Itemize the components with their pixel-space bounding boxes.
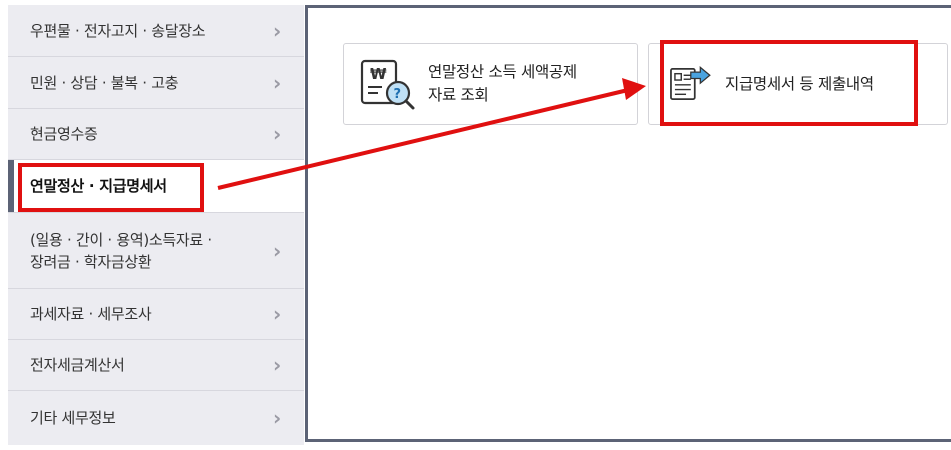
card-title: 연말정산 소득 세액공제 자료 조회 (428, 61, 577, 107)
sidebar-item-label: 현금영수증 (30, 125, 98, 143)
sidebar-item-label: 민원 · 상담 · 불복 · 고충 (30, 73, 179, 92)
svg-text:₩: ₩ (370, 65, 387, 83)
sidebar-item-income-data[interactable]: (일용 · 간이 · 용역)소득자료 · 장려금 · 학자금상환 › (8, 212, 304, 289)
sidebar-item-mail-notice[interactable]: 우편물 · 전자고지 · 송달장소 › (8, 5, 304, 57)
sidebar-item-label: 기타 세무정보 (30, 409, 116, 427)
sidebar-item-tax-audit[interactable]: 과세자료 · 세무조사 › (8, 289, 304, 340)
sidebar-menu: 우편물 · 전자고지 · 송달장소 › 민원 · 상담 · 불복 · 고충 › … (8, 5, 308, 445)
document-submit-arrow-icon (670, 65, 711, 100)
card-title: 지급명세서 등 제출내역 (725, 74, 874, 93)
sidebar-item-civil-petition[interactable]: 민원 · 상담 · 불복 · 고충 › (8, 57, 304, 109)
sidebar-item-year-end-settlement[interactable]: 연말정산 · 지급명세서 (8, 160, 308, 212)
active-indicator (8, 160, 14, 212)
chevron-right-icon: › (273, 122, 281, 146)
card-deduction-lookup[interactable]: ₩ ? 연말정산 소득 세액공제 자료 조회 (343, 43, 638, 125)
sidebar-item-label: 과세자료 · 세무조사 (30, 305, 152, 323)
card-statement-submission-history[interactable]: 지급명세서 등 제출내역 (648, 43, 948, 125)
card-title-line2: 자료 조회 (428, 86, 489, 104)
chevron-right-icon: › (273, 18, 281, 43)
sidebar-item-label-line2: 장려금 · 학자금상환 (30, 252, 152, 271)
svg-text:?: ? (394, 87, 402, 102)
sidebar-item-label: 연말정산 · 지급명세서 (30, 177, 167, 195)
sidebar-item-cash-receipt[interactable]: 현금영수증 › (8, 109, 304, 160)
sidebar-item-other-tax-info[interactable]: 기타 세무정보 › (8, 391, 304, 445)
chevron-right-icon: › (273, 302, 281, 326)
sidebar-item-label-line1: (일용 · 간이 · 용역)소득자료 · (30, 230, 212, 249)
sidebar-item-label: 전자세금계산서 (30, 356, 125, 374)
card-title-line1: 연말정산 소득 세액공제 (428, 63, 577, 81)
sidebar-item-label: 우편물 · 전자고지 · 송달장소 (30, 21, 206, 40)
chevron-right-icon: › (273, 353, 281, 377)
chevron-right-icon: › (273, 406, 281, 430)
sidebar-item-label: (일용 · 간이 · 용역)소득자료 · 장려금 · 학자금상환 (30, 229, 270, 273)
chevron-right-icon: › (273, 238, 281, 263)
sidebar-item-e-tax-invoice[interactable]: 전자세금계산서 › (8, 340, 304, 391)
won-document-search-icon: ₩ ? (360, 59, 415, 110)
chevron-right-icon: › (273, 70, 281, 95)
